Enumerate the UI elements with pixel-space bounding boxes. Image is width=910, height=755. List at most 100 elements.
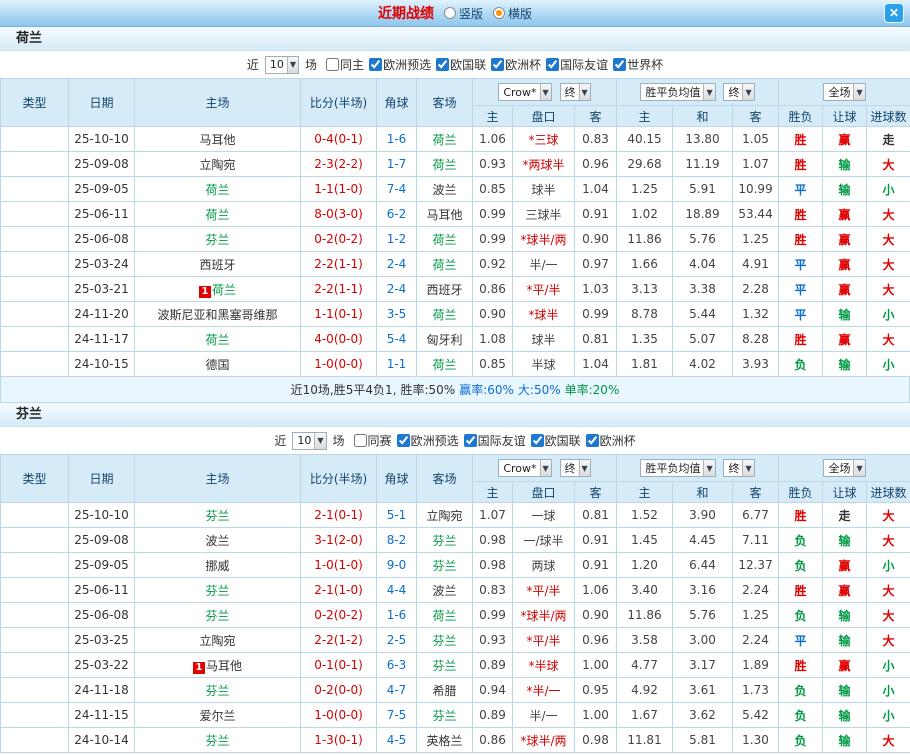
away-team[interactable]: 芬兰 — [417, 653, 473, 678]
away-avg: 1.05 — [733, 127, 779, 152]
checkbox-input[interactable] — [354, 434, 367, 447]
home-team[interactable]: 挪威 — [135, 553, 301, 578]
home-team[interactable]: 波斯尼亚和黑塞哥维那 — [135, 302, 301, 327]
checkbox-input[interactable] — [397, 434, 410, 447]
home-team[interactable]: 芬兰 — [135, 603, 301, 628]
wdl-stage-select[interactable]: 终▼ — [723, 459, 754, 477]
home-team[interactable]: 德国 — [135, 352, 301, 377]
away-team[interactable]: 荷兰 — [417, 352, 473, 377]
away-team[interactable]: 荷兰 — [417, 127, 473, 152]
filter-checkbox-同赛[interactable]: 同赛 — [354, 432, 392, 449]
layout-vertical-radio[interactable]: 竖版 — [444, 5, 483, 22]
corner-score: 9-0 — [377, 553, 417, 578]
away-team[interactable]: 芬兰 — [417, 628, 473, 653]
home-team[interactable]: 芬兰 — [135, 678, 301, 703]
result-wdl: 负 — [779, 528, 823, 553]
match-count-select[interactable]: 10▼ — [265, 56, 299, 74]
checkbox-input[interactable] — [369, 58, 382, 71]
bookmaker-select[interactable]: Crow*▼ — [498, 83, 551, 101]
away-team[interactable]: 荷兰 — [417, 302, 473, 327]
away-team[interactable]: 荷兰 — [417, 227, 473, 252]
bookmaker-select[interactable]: Crow*▼ — [498, 459, 551, 477]
col-header-wdl: 胜负 — [779, 106, 823, 127]
filter-checkbox-欧洲杯[interactable]: 欧洲杯 — [586, 432, 636, 449]
corner-score: 4-7 — [377, 678, 417, 703]
fulltime-select[interactable]: 全场▼ — [823, 459, 865, 477]
summary-row: 近10场,胜5平4负1, 胜率:50% 赢率:60% 大:50% 单率:20% — [0, 377, 910, 403]
filter-checkbox-欧洲杯[interactable]: 欧洲杯 — [491, 56, 541, 73]
filter-checkbox-国际友谊[interactable]: 国际友谊 — [464, 432, 526, 449]
team-name: 德国 — [205, 358, 229, 372]
home-team[interactable]: 荷兰 — [135, 177, 301, 202]
filter-checkbox-欧洲预选[interactable]: 欧洲预选 — [397, 432, 459, 449]
filter-checkbox-欧国联[interactable]: 欧国联 — [436, 56, 486, 73]
away-team[interactable]: 荷兰 — [417, 152, 473, 177]
draw-avg: 3.61 — [673, 678, 733, 703]
match-count-select[interactable]: 10▼ — [292, 432, 326, 450]
home-team[interactable]: 1荷兰 — [135, 277, 301, 302]
close-button[interactable]: ✕ — [884, 3, 904, 23]
home-team[interactable]: 波兰 — [135, 528, 301, 553]
team-name: 芬兰 — [205, 684, 229, 698]
odds-stage-select[interactable]: 终▼ — [560, 83, 591, 101]
home-team[interactable]: 芬兰 — [135, 728, 301, 753]
draw-avg: 11.19 — [673, 152, 733, 177]
col-header-home: 主场 — [135, 455, 301, 503]
away-team[interactable]: 马耳他 — [417, 202, 473, 227]
home-team[interactable]: 芬兰 — [135, 503, 301, 528]
checkbox-input[interactable] — [326, 58, 339, 71]
wdl-average-select[interactable]: 胜平负均值▼ — [640, 459, 715, 477]
layout-horizontal-radio[interactable]: 横版 — [493, 5, 532, 22]
home-team[interactable]: 爱尔兰 — [135, 703, 301, 728]
away-odds: 0.99 — [575, 302, 617, 327]
handicap-line: *平/半 — [513, 628, 575, 653]
away-team[interactable]: 匈牙利 — [417, 327, 473, 352]
away-team[interactable]: 西班牙 — [417, 277, 473, 302]
radio-horizontal-label: 横版 — [508, 5, 532, 22]
checkbox-label: 欧国联 — [545, 432, 581, 449]
result-wdl: 平 — [779, 277, 823, 302]
col-header-date: 日期 — [69, 455, 135, 503]
wdl-stage-select[interactable]: 终▼ — [723, 83, 754, 101]
home-team[interactable]: 西班牙 — [135, 252, 301, 277]
away-team[interactable]: 希腊 — [417, 678, 473, 703]
away-team[interactable]: 芬兰 — [417, 703, 473, 728]
away-team[interactable]: 荷兰 — [417, 252, 473, 277]
away-team[interactable]: 芬兰 — [417, 528, 473, 553]
checkbox-input[interactable] — [464, 434, 477, 447]
filter-checkbox-世界杯[interactable]: 世界杯 — [613, 56, 663, 73]
home-team[interactable]: 立陶宛 — [135, 628, 301, 653]
home-team[interactable]: 荷兰 — [135, 202, 301, 227]
away-team[interactable]: 英格兰 — [417, 728, 473, 753]
away-team[interactable]: 荷兰 — [417, 603, 473, 628]
filter-checkbox-欧国联[interactable]: 欧国联 — [531, 432, 581, 449]
away-team[interactable]: 立陶宛 — [417, 503, 473, 528]
section-header: 芬兰 — [0, 403, 910, 427]
dropdown-arrow-icon: ▼ — [314, 433, 325, 449]
home-team[interactable]: 立陶宛 — [135, 152, 301, 177]
away-team[interactable]: 波兰 — [417, 578, 473, 603]
checkbox-input[interactable] — [546, 58, 559, 71]
home-odds: 0.90 — [473, 302, 513, 327]
checkbox-input[interactable] — [531, 434, 544, 447]
home-team[interactable]: 芬兰 — [135, 578, 301, 603]
checkbox-input[interactable] — [613, 58, 626, 71]
odds-stage-select[interactable]: 终▼ — [560, 459, 591, 477]
filter-checkbox-欧洲预选[interactable]: 欧洲预选 — [369, 56, 431, 73]
checkbox-input[interactable] — [436, 58, 449, 71]
fulltime-select[interactable]: 全场▼ — [823, 83, 865, 101]
draw-avg: 13.80 — [673, 127, 733, 152]
wdl-average-select[interactable]: 胜平负均值▼ — [640, 83, 715, 101]
away-team[interactable]: 芬兰 — [417, 553, 473, 578]
checkbox-input[interactable] — [586, 434, 599, 447]
home-team[interactable]: 芬兰 — [135, 227, 301, 252]
away-team[interactable]: 波兰 — [417, 177, 473, 202]
competition-type: 欧国联 — [1, 678, 69, 703]
home-team[interactable]: 马耳他 — [135, 127, 301, 152]
home-team[interactable]: 荷兰 — [135, 327, 301, 352]
checkbox-input[interactable] — [491, 58, 504, 71]
filter-checkbox-同主[interactable]: 同主 — [326, 56, 364, 73]
home-team[interactable]: 1马耳他 — [135, 653, 301, 678]
home-odds: 1.06 — [473, 127, 513, 152]
filter-checkbox-国际友谊[interactable]: 国际友谊 — [546, 56, 608, 73]
